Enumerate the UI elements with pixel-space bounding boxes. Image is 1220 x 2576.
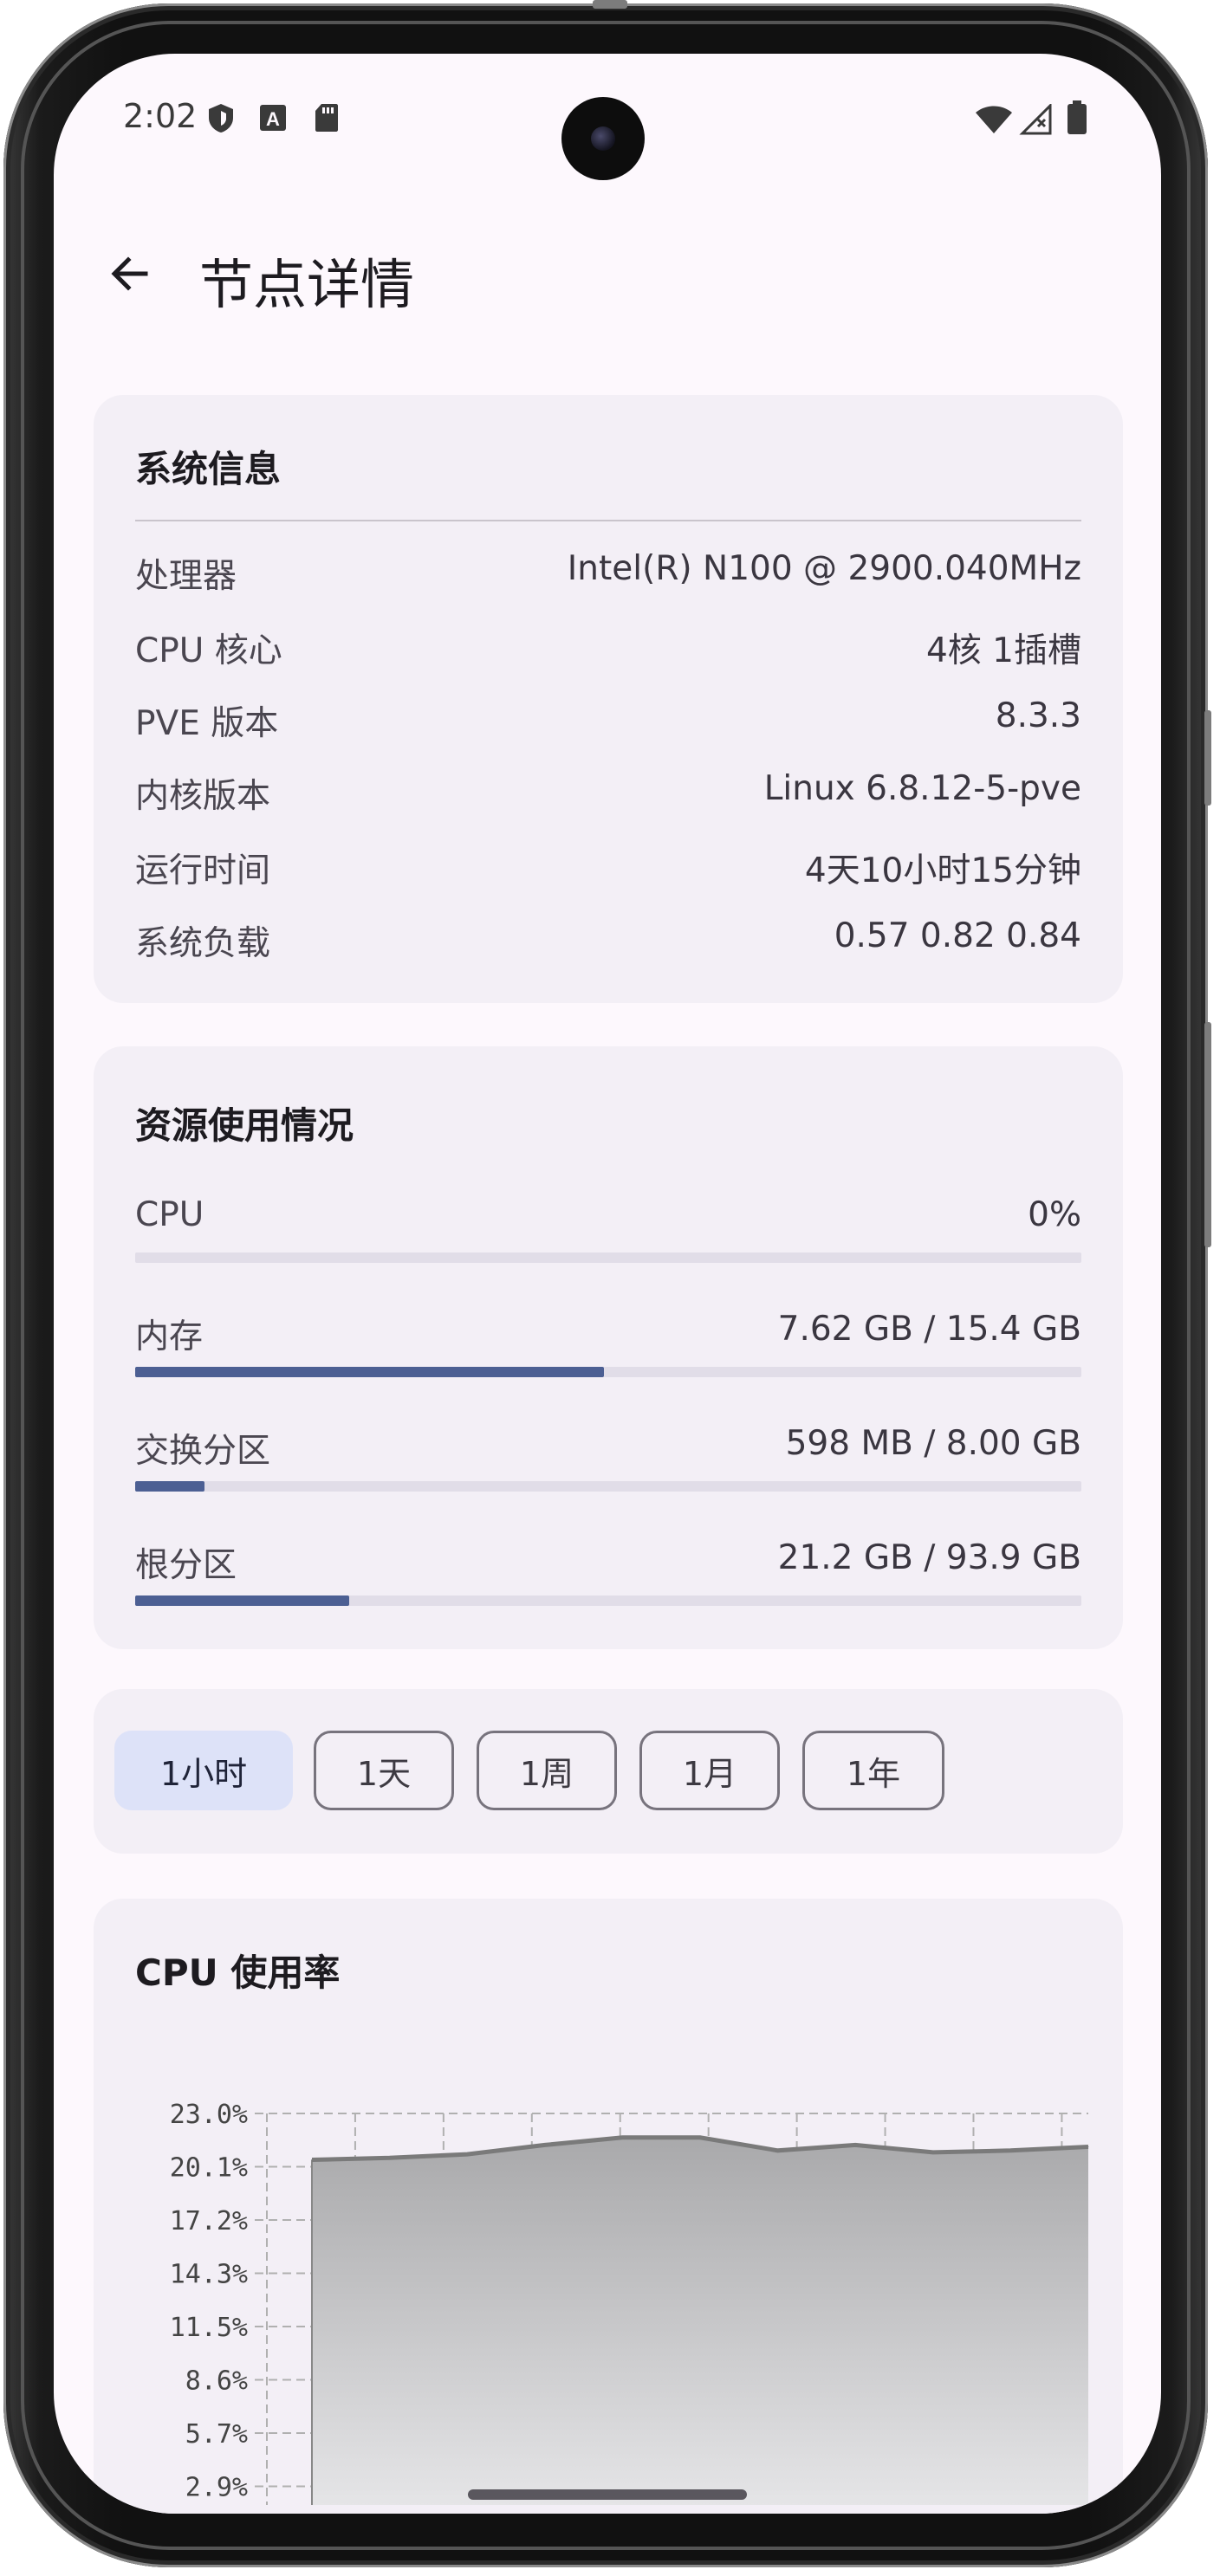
volume-button bbox=[1204, 1022, 1211, 1247]
range-chip-1w[interactable]: 1周 bbox=[477, 1731, 617, 1810]
data-point bbox=[466, 2153, 468, 2155]
info-value: 4天10小时15分钟 bbox=[804, 851, 1081, 890]
swap-progress-bar bbox=[135, 1481, 1081, 1492]
y-tick-label: 23.0% bbox=[170, 2100, 248, 2130]
system-info-divider bbox=[135, 520, 1081, 521]
resource-row-memory: 内存 7.62 GB / 15.4 GB bbox=[135, 1310, 1081, 1358]
data-point bbox=[389, 2157, 391, 2159]
system-info-title: 系统信息 bbox=[135, 448, 282, 490]
resource-value: 598 MB / 8.00 GB bbox=[785, 1424, 1081, 1463]
cpu-chart-card: CPU 使用率 23.0% 20.1% 17.2% 14.3% 11.5% 8.6% 5.7… bbox=[94, 1899, 1123, 2514]
shield-icon bbox=[206, 102, 236, 137]
front-camera bbox=[561, 97, 645, 180]
status-time: 2:02 bbox=[123, 97, 198, 135]
wifi-icon bbox=[974, 104, 1014, 139]
info-value: Intel(R) N100 @ 2900.040MHz bbox=[567, 549, 1081, 588]
swap-progress-fill bbox=[135, 1481, 204, 1492]
data-point bbox=[544, 2144, 546, 2146]
resource-label: 根分区 bbox=[135, 1546, 237, 1585]
cpu-progress-bar bbox=[135, 1252, 1081, 1263]
resource-label: CPU bbox=[135, 1195, 204, 1234]
svg-text:A: A bbox=[266, 108, 280, 130]
range-chip-1m[interactable]: 1月 bbox=[639, 1731, 780, 1810]
text-a-icon: A bbox=[258, 102, 288, 137]
memory-progress-bar bbox=[135, 1367, 1081, 1377]
info-row-processor: 处理器 Intel(R) N100 @ 2900.040MHz bbox=[135, 549, 1081, 598]
back-button[interactable] bbox=[99, 243, 161, 305]
resource-row-cpu: CPU 0% bbox=[135, 1195, 1081, 1244]
y-tick-label: 2.9% bbox=[185, 2473, 248, 2503]
memory-progress-fill bbox=[135, 1367, 604, 1377]
resource-value: 7.62 GB / 15.4 GB bbox=[777, 1310, 1081, 1349]
resource-value: 21.2 GB / 93.9 GB bbox=[777, 1538, 1081, 1577]
info-value: 4核 1插槽 bbox=[925, 631, 1081, 670]
resource-row-swap: 交换分区 598 MB / 8.00 GB bbox=[135, 1424, 1081, 1472]
resource-row-rootfs: 根分区 21.2 GB / 93.9 GB bbox=[135, 1538, 1081, 1587]
info-row-kernel: 内核版本 Linux 6.8.12-5-pve bbox=[135, 769, 1081, 818]
cpu-usage-chart: 23.0% 20.1% 17.2% 14.3% 11.5% 8.6% 5.7% 2.9% bbox=[170, 2100, 1089, 2505]
home-indicator[interactable] bbox=[468, 2489, 747, 2500]
y-tick-label: 17.2% bbox=[170, 2206, 248, 2236]
cpu-area-fill bbox=[312, 2137, 1088, 2505]
y-tick-label: 11.5% bbox=[170, 2313, 248, 2343]
info-value: Linux 6.8.12-5-pve bbox=[763, 769, 1081, 808]
sd-card-icon bbox=[314, 102, 340, 137]
info-row-pve-version: PVE 版本 8.3.3 bbox=[135, 696, 1081, 745]
resource-label: 内存 bbox=[135, 1317, 204, 1356]
y-tick-label: 20.1% bbox=[170, 2153, 248, 2184]
resource-usage-title: 资源使用情况 bbox=[135, 1104, 354, 1147]
info-label: CPU 核心 bbox=[135, 631, 282, 670]
power-button bbox=[1204, 710, 1211, 806]
data-point bbox=[621, 2137, 623, 2139]
time-range-card: 1小时 1天 1周 1月 1年 bbox=[94, 1689, 1123, 1854]
info-value: 0.57 0.82 0.84 bbox=[834, 916, 1081, 955]
data-point bbox=[777, 2150, 779, 2152]
system-info-card: 系统信息 处理器 Intel(R) N100 @ 2900.040MHz CPU… bbox=[94, 395, 1123, 1003]
rootfs-progress-fill bbox=[135, 1595, 349, 1606]
info-value: 8.3.3 bbox=[995, 696, 1081, 735]
info-label: 运行时间 bbox=[135, 851, 271, 890]
info-row-cpu-cores: CPU 核心 4核 1插槽 bbox=[135, 624, 1081, 672]
info-label: 系统负载 bbox=[135, 924, 271, 963]
info-label: PVE 版本 bbox=[135, 704, 279, 743]
range-chip-1y[interactable]: 1年 bbox=[802, 1731, 944, 1810]
info-label: 内核版本 bbox=[135, 777, 271, 816]
rootfs-progress-bar bbox=[135, 1595, 1081, 1606]
y-tick-label: 8.6% bbox=[185, 2366, 248, 2397]
info-row-uptime: 运行时间 4天10小时15分钟 bbox=[135, 844, 1081, 892]
resource-value: 0% bbox=[1028, 1195, 1081, 1234]
resource-usage-card: 资源使用情况 CPU 0% 内存 7.62 GB / 15.4 GB 交换分区 … bbox=[94, 1046, 1123, 1649]
screen: 2:02 A 节点详情 系统信息 处理器 Intel(R) N100 @ 290… bbox=[54, 54, 1161, 2514]
resource-label: 交换分区 bbox=[135, 1432, 271, 1471]
range-chip-1h[interactable]: 1小时 bbox=[114, 1731, 293, 1810]
battery-icon bbox=[1066, 100, 1088, 139]
info-row-load: 系统负载 0.57 0.82 0.84 bbox=[135, 916, 1081, 965]
y-tick-label: 14.3% bbox=[170, 2260, 248, 2290]
signal-icon bbox=[1019, 102, 1054, 139]
arrow-left-icon bbox=[111, 256, 148, 291]
range-chip-1d[interactable]: 1天 bbox=[314, 1731, 454, 1810]
info-label: 处理器 bbox=[135, 557, 237, 596]
frame-notch-top bbox=[593, 0, 627, 9]
y-tick-label: 5.7% bbox=[185, 2419, 248, 2450]
data-point bbox=[699, 2137, 701, 2139]
data-point bbox=[1087, 2146, 1089, 2148]
page-title: 节点详情 bbox=[199, 253, 415, 316]
data-point bbox=[311, 2159, 313, 2160]
data-point bbox=[854, 2144, 856, 2146]
data-point bbox=[1009, 2150, 1011, 2152]
